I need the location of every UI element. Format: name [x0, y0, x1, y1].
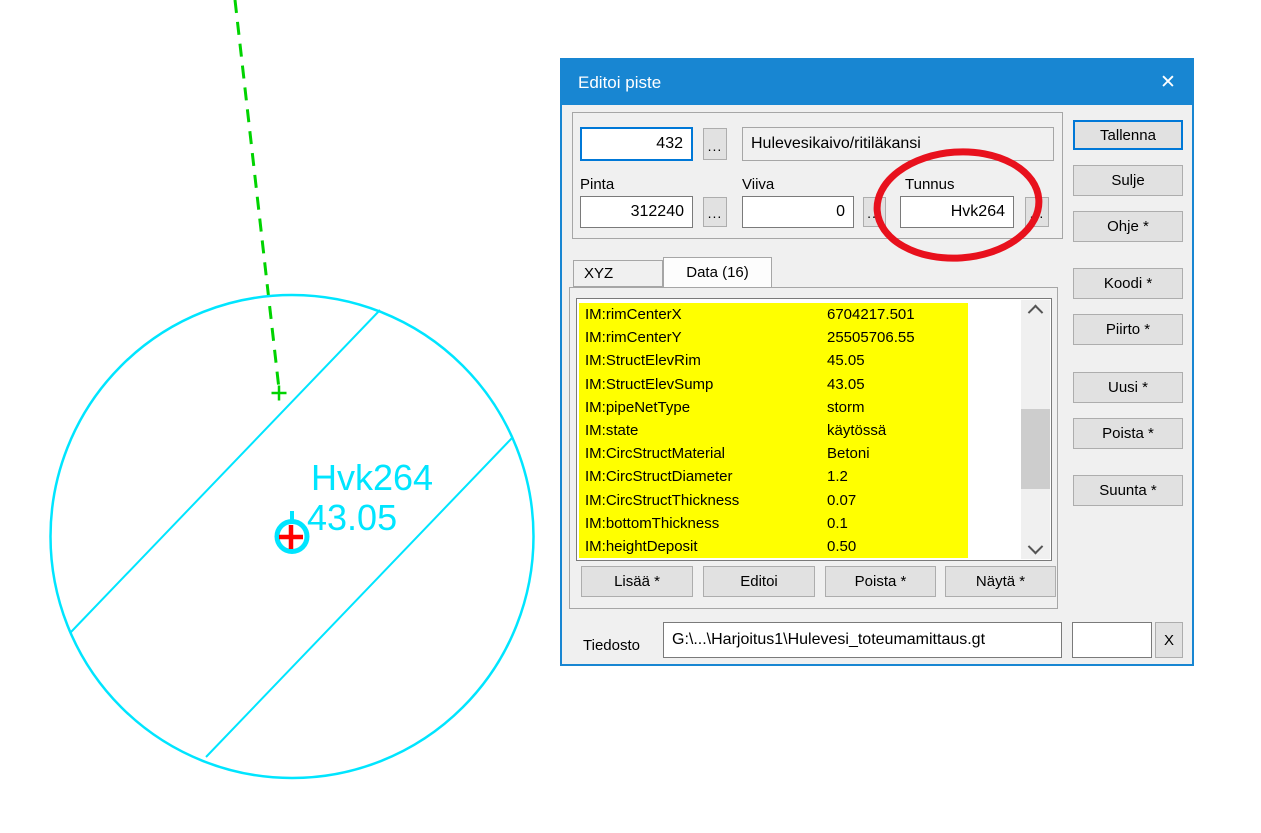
app-stage: Hvk264 43.05 Editoi piste ✕ 432 ... Hule…	[0, 0, 1261, 833]
ohje-button[interactable]: Ohje *	[1073, 211, 1183, 242]
list-item[interactable]: IM:rimCenterX6704217.501	[579, 303, 968, 326]
uusi-button[interactable]: Uusi *	[1073, 372, 1183, 403]
list-item[interactable]: IM:pipeNetTypestorm	[579, 396, 968, 419]
close-icon[interactable]: ✕	[1144, 60, 1192, 105]
code-number-input[interactable]: 432	[580, 127, 693, 161]
empty-field[interactable]	[1072, 622, 1152, 658]
lisaa-button[interactable]: Lisää *	[581, 566, 693, 597]
tab-xyz[interactable]: XYZ	[573, 260, 663, 287]
pinta-browse-button[interactable]: ...	[703, 197, 727, 227]
dialog-title: Editoi piste	[578, 73, 661, 93]
sulje-button[interactable]: Sulje	[1073, 165, 1183, 196]
list-item[interactable]: IM:rimCenterY25505706.55	[579, 326, 968, 349]
list-item[interactable]: IM:bottomThickness0.1	[579, 512, 968, 535]
list-item[interactable]: IM:statekäytössä	[579, 419, 968, 442]
file-path-field[interactable]: G:\...\Harjoitus1\Hulevesi_toteumamittau…	[663, 622, 1062, 658]
nayta-button[interactable]: Näytä *	[945, 566, 1056, 597]
list-scrollbar[interactable]	[1021, 300, 1050, 559]
suunta-button[interactable]: Suunta *	[1073, 475, 1183, 506]
list-item[interactable]: IM:CircStructDiameter1.2	[579, 465, 968, 488]
viiva-label: Viiva	[742, 176, 774, 193]
tab-data[interactable]: Data (16)	[663, 257, 772, 288]
attribute-rows: IM:rimCenterX6704217.501 IM:rimCenterY25…	[579, 303, 968, 558]
scroll-up-icon[interactable]	[1021, 300, 1050, 319]
koodi-button[interactable]: Koodi *	[1073, 268, 1183, 299]
list-item[interactable]: IM:StructElevSump43.05	[579, 373, 968, 396]
list-item[interactable]: IM:StructElevRim45.05	[579, 349, 968, 372]
code-name-field: Hulevesikaivo/ritiläkansi	[742, 127, 1054, 161]
tunnus-browse-button[interactable]: ...	[1025, 197, 1049, 227]
viiva-browse-button[interactable]: ...	[863, 197, 886, 227]
poista-point-button[interactable]: Poista *	[1073, 418, 1183, 449]
piirto-button[interactable]: Piirto *	[1073, 314, 1183, 345]
pipe-dashed-line	[235, 0, 279, 389]
list-item[interactable]: IM:CircStructThickness0.07	[579, 489, 968, 512]
tunnus-label: Tunnus	[905, 176, 954, 193]
poista-attr-button[interactable]: Poista *	[825, 566, 936, 597]
editoi-button[interactable]: Editoi	[703, 566, 815, 597]
pinta-label: Pinta	[580, 176, 614, 193]
tallenna-button[interactable]: Tallenna	[1073, 120, 1183, 150]
code-browse-button[interactable]: ...	[703, 128, 727, 160]
pinta-input[interactable]: 312240	[580, 196, 693, 228]
scrollbar-thumb[interactable]	[1021, 409, 1050, 489]
tunnus-input[interactable]: Hvk264	[900, 196, 1014, 228]
clear-file-button[interactable]: X	[1155, 622, 1183, 658]
tiedosto-label: Tiedosto	[583, 637, 640, 654]
point-elevation-text: 43.05	[307, 497, 397, 538]
attribute-list[interactable]: IM:rimCenterX6704217.501 IM:rimCenterY25…	[576, 298, 1052, 561]
list-item[interactable]: IM:heightDeposit0.50	[579, 535, 968, 558]
edit-point-dialog: Editoi piste ✕ 432 ... Hulevesikaivo/rit…	[560, 58, 1194, 666]
list-item[interactable]: IM:CircStructMaterialBetoni	[579, 442, 968, 465]
viiva-input[interactable]: 0	[742, 196, 854, 228]
scroll-down-icon[interactable]	[1021, 540, 1050, 559]
dialog-titlebar[interactable]: Editoi piste	[562, 60, 1192, 105]
point-label-text: Hvk264	[311, 457, 433, 498]
